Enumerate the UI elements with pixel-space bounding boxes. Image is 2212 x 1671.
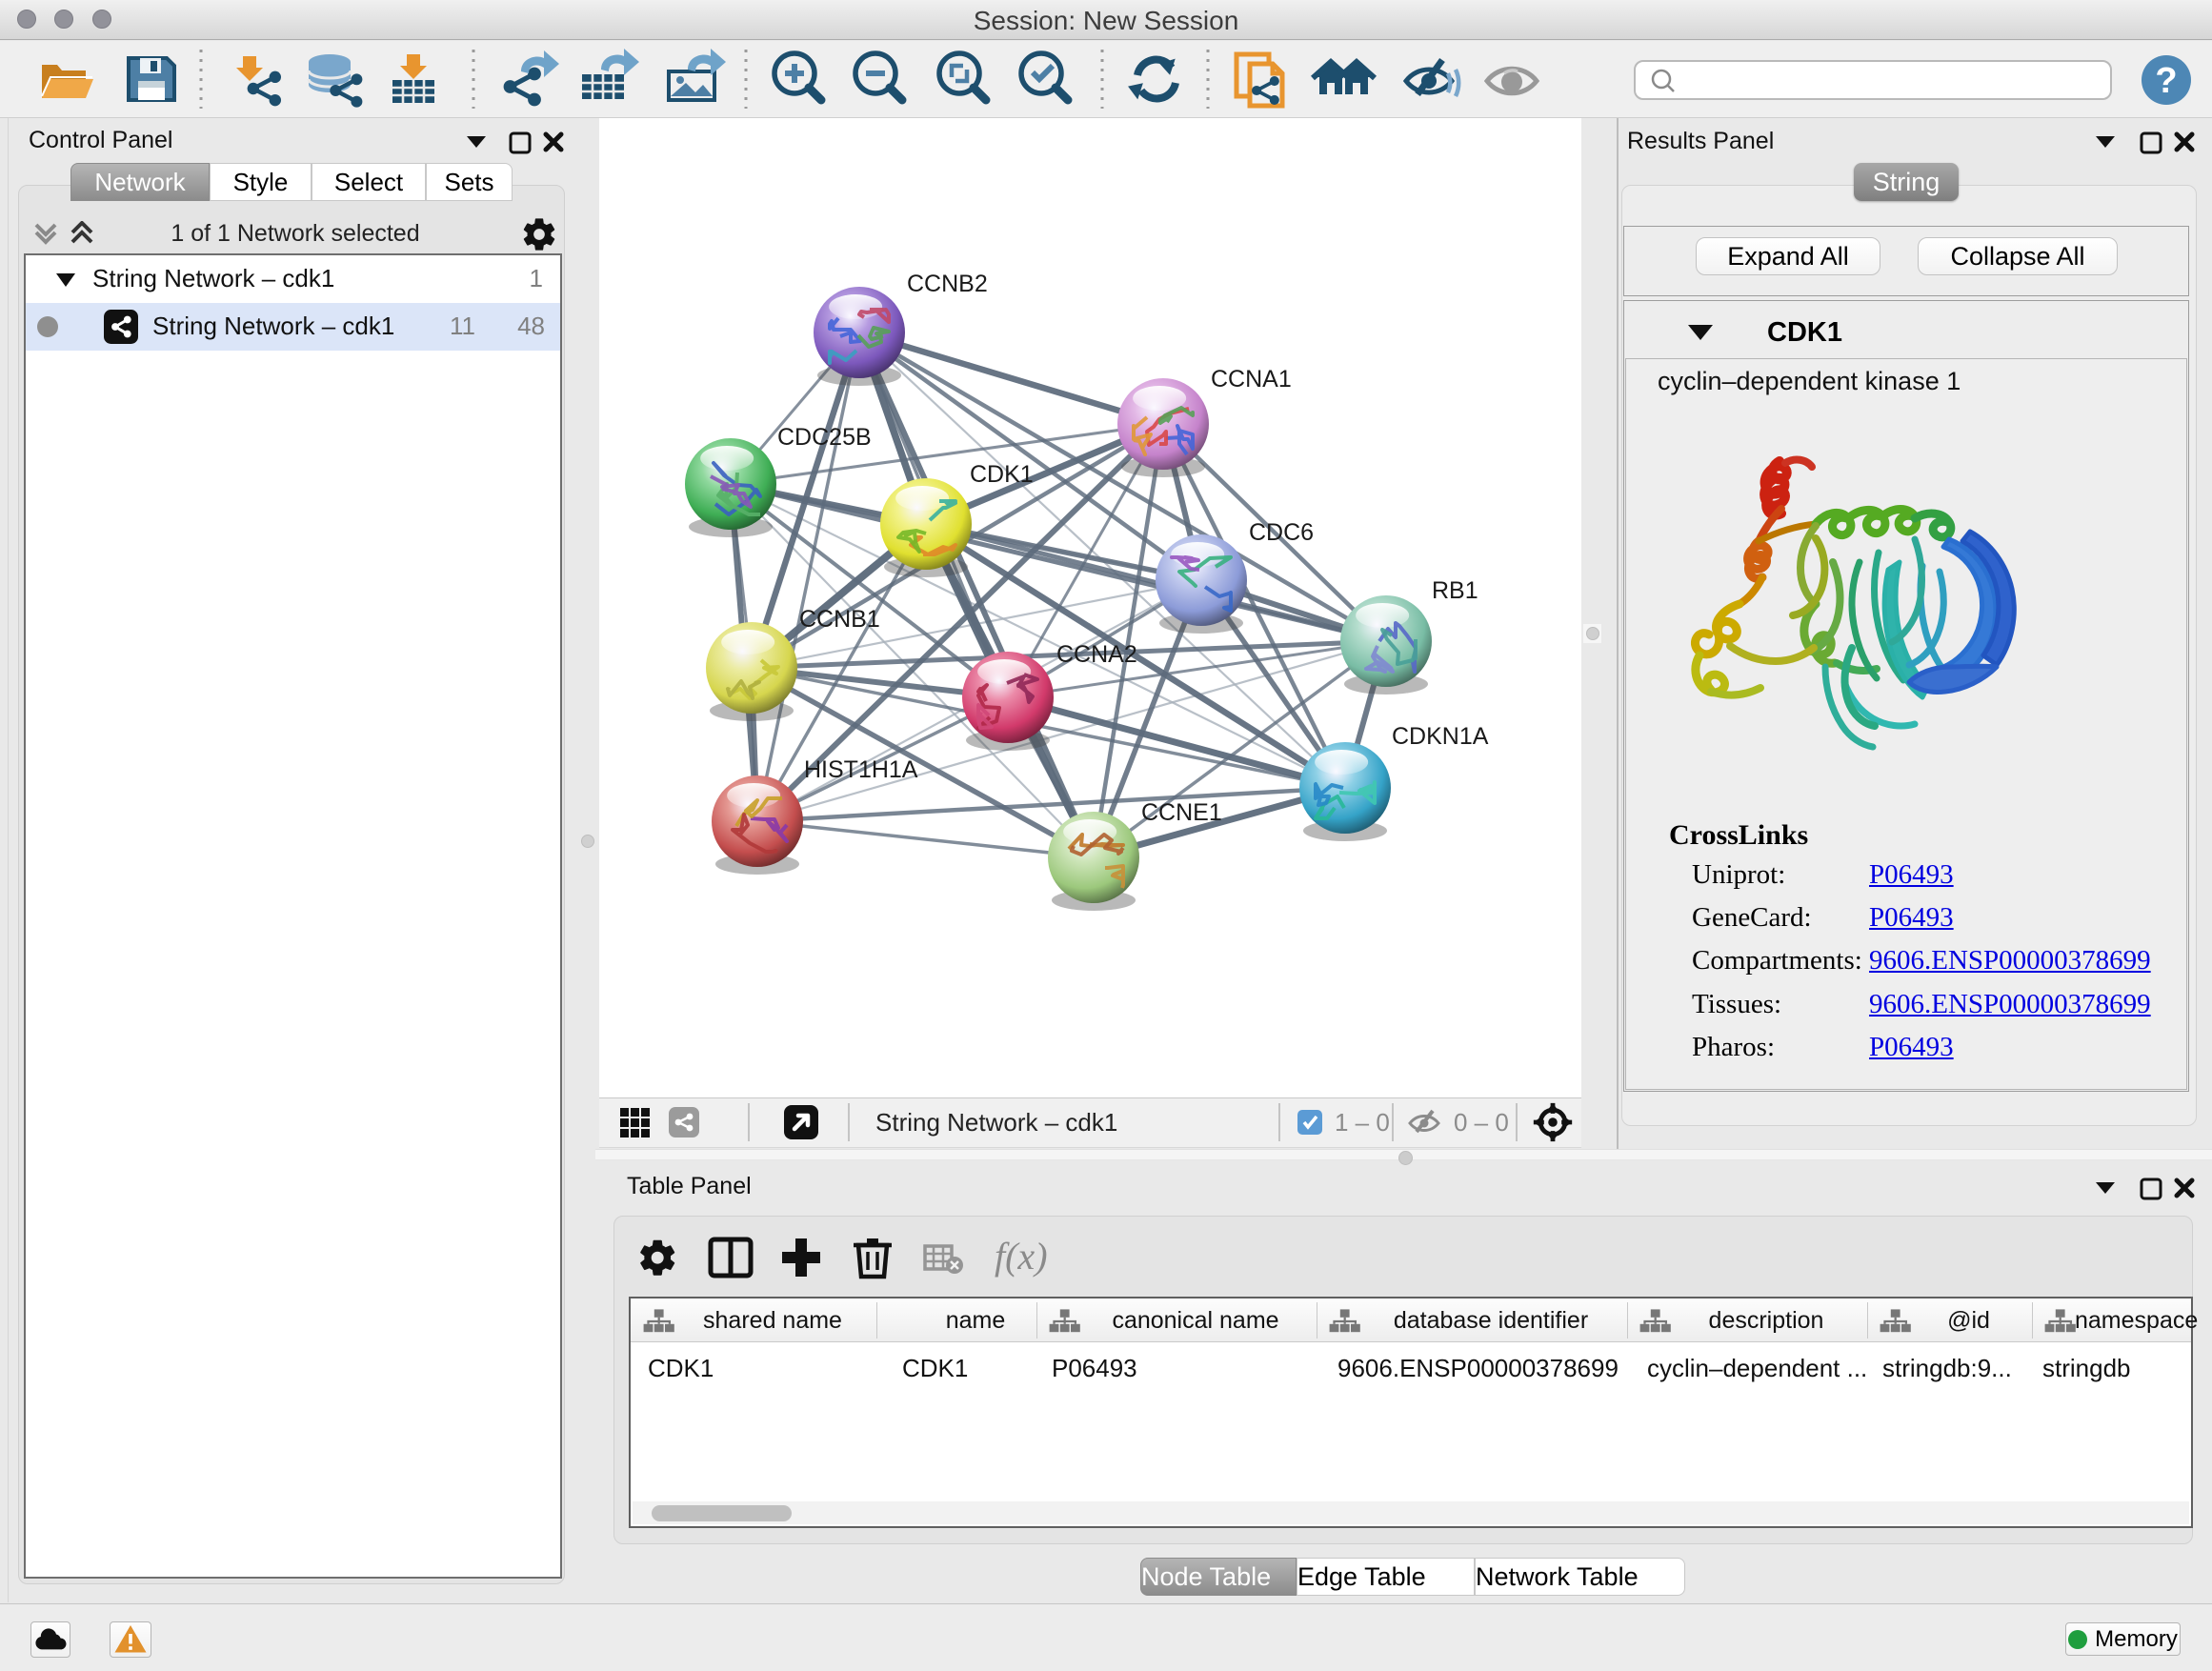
svg-text:CCNE1: CCNE1 — [1141, 799, 1222, 826]
svg-text:String Network – cdk1: String Network – cdk1 — [875, 1108, 1117, 1137]
svg-text:1 – 0: 1 – 0 — [1335, 1108, 1390, 1137]
svg-text:0 – 0: 0 – 0 — [1454, 1108, 1509, 1137]
svg-text:CCNB1: CCNB1 — [799, 606, 880, 633]
svg-text:CDK1: CDK1 — [970, 461, 1034, 488]
svg-text:?: ? — [2155, 61, 2177, 101]
svg-text:CDC25B: CDC25B — [777, 424, 872, 451]
svg-text:CDKN1A: CDKN1A — [1392, 723, 1489, 750]
svg-text:f(x): f(x) — [995, 1235, 1048, 1278]
svg-text:CDC6: CDC6 — [1249, 519, 1314, 546]
svg-text:CCNA1: CCNA1 — [1211, 366, 1292, 393]
svg-text:RB1: RB1 — [1432, 577, 1478, 604]
svg-text:CCNA2: CCNA2 — [1056, 641, 1137, 668]
svg-text:HIST1H1A: HIST1H1A — [804, 756, 918, 783]
svg-text:CCNB2: CCNB2 — [907, 271, 988, 297]
